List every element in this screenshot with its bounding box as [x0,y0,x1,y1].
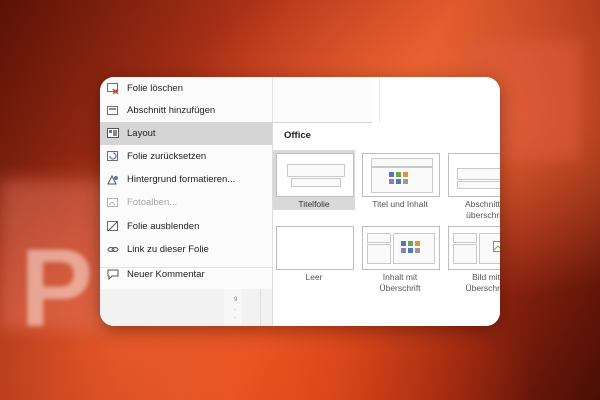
ruler-mark: · [234,307,236,313]
menu-separator [100,267,272,268]
photo-album-icon [107,197,119,208]
layout-thumbnail [362,226,440,270]
menu-item-label: Folie löschen [127,83,183,94]
slide-panel [100,289,272,326]
menu-item-label: Folie zurücksetzen [127,151,207,162]
title-placeholder [457,168,500,180]
layout-thumbnail [448,226,500,270]
text-placeholder [367,244,391,264]
menu-item-label: Fotoalben... [127,197,178,208]
menu-item-label: Layout [127,128,156,139]
picture-icon [493,241,500,252]
layout-section-header[interactable]: Abschnitts- überschrift [445,150,500,220]
title-placeholder [287,164,345,177]
menu-item-delete-slide[interactable]: Folie löschen [100,77,372,100]
menu-item-label: Link zu dieser Folie [127,244,209,255]
delete-slide-icon [107,83,119,94]
layout-submenu: Office Titelfolie Titel und Inhalt Absch… [272,123,500,326]
divider [379,77,380,123]
title-placeholder [371,158,433,167]
menu-item-label: Folie ausblenden [127,221,200,232]
layout-thumbnail [276,226,354,270]
layout-thumbnail [276,153,354,197]
ruler-mark: 9 [234,297,238,303]
layout-content-caption[interactable]: Inhalt mit Überschrift [359,223,441,293]
powerpoint-logo-letter: P [20,227,94,350]
title-placeholder [367,233,391,243]
ruler-mark: · [234,315,236,321]
vertical-ruler [224,289,242,326]
layout-label: Bild mit Überschrift [465,272,500,293]
submenu-title: Office [284,130,311,141]
layout-label: Inhalt mit Überschrift [379,272,421,293]
layout-picture-caption[interactable]: Bild mit Überschrift [445,223,500,293]
reset-slide-icon [107,151,119,162]
content-icons [389,172,408,184]
text-placeholder [457,181,500,189]
layout-thumbnail [448,153,500,197]
comment-icon [107,269,119,280]
link-icon [107,244,119,255]
menu-item-label: Neuer Kommentar [127,269,205,280]
divider [260,289,261,326]
subtitle-placeholder [291,178,341,187]
add-section-icon [107,105,119,116]
layout-label: Titel und Inhalt [372,199,428,209]
layout-title-content[interactable]: Titel und Inhalt [359,150,441,210]
format-background-icon [107,174,119,185]
layout-thumbnail [362,153,440,197]
powerpoint-window: Folie löschen Abschnitt hinzufügen Layou… [100,77,500,326]
content-icons [401,241,420,253]
title-placeholder [453,233,477,243]
layout-label: Abschnitts- überschrift [464,199,500,220]
layout-title-slide[interactable]: Titelfolie [273,150,355,210]
hide-slide-icon [107,221,119,232]
layout-icon [107,128,119,139]
menu-item-label: Hintergrund formatieren... [127,174,236,185]
layout-label: Titelfolie [298,199,330,209]
text-placeholder [453,244,477,264]
layout-label: Leer [305,272,323,282]
menu-item-label: Abschnitt hinzufügen [127,105,216,116]
menu-item-add-section[interactable]: Abschnitt hinzufügen [100,99,372,122]
layout-blank[interactable]: Leer [273,223,355,285]
